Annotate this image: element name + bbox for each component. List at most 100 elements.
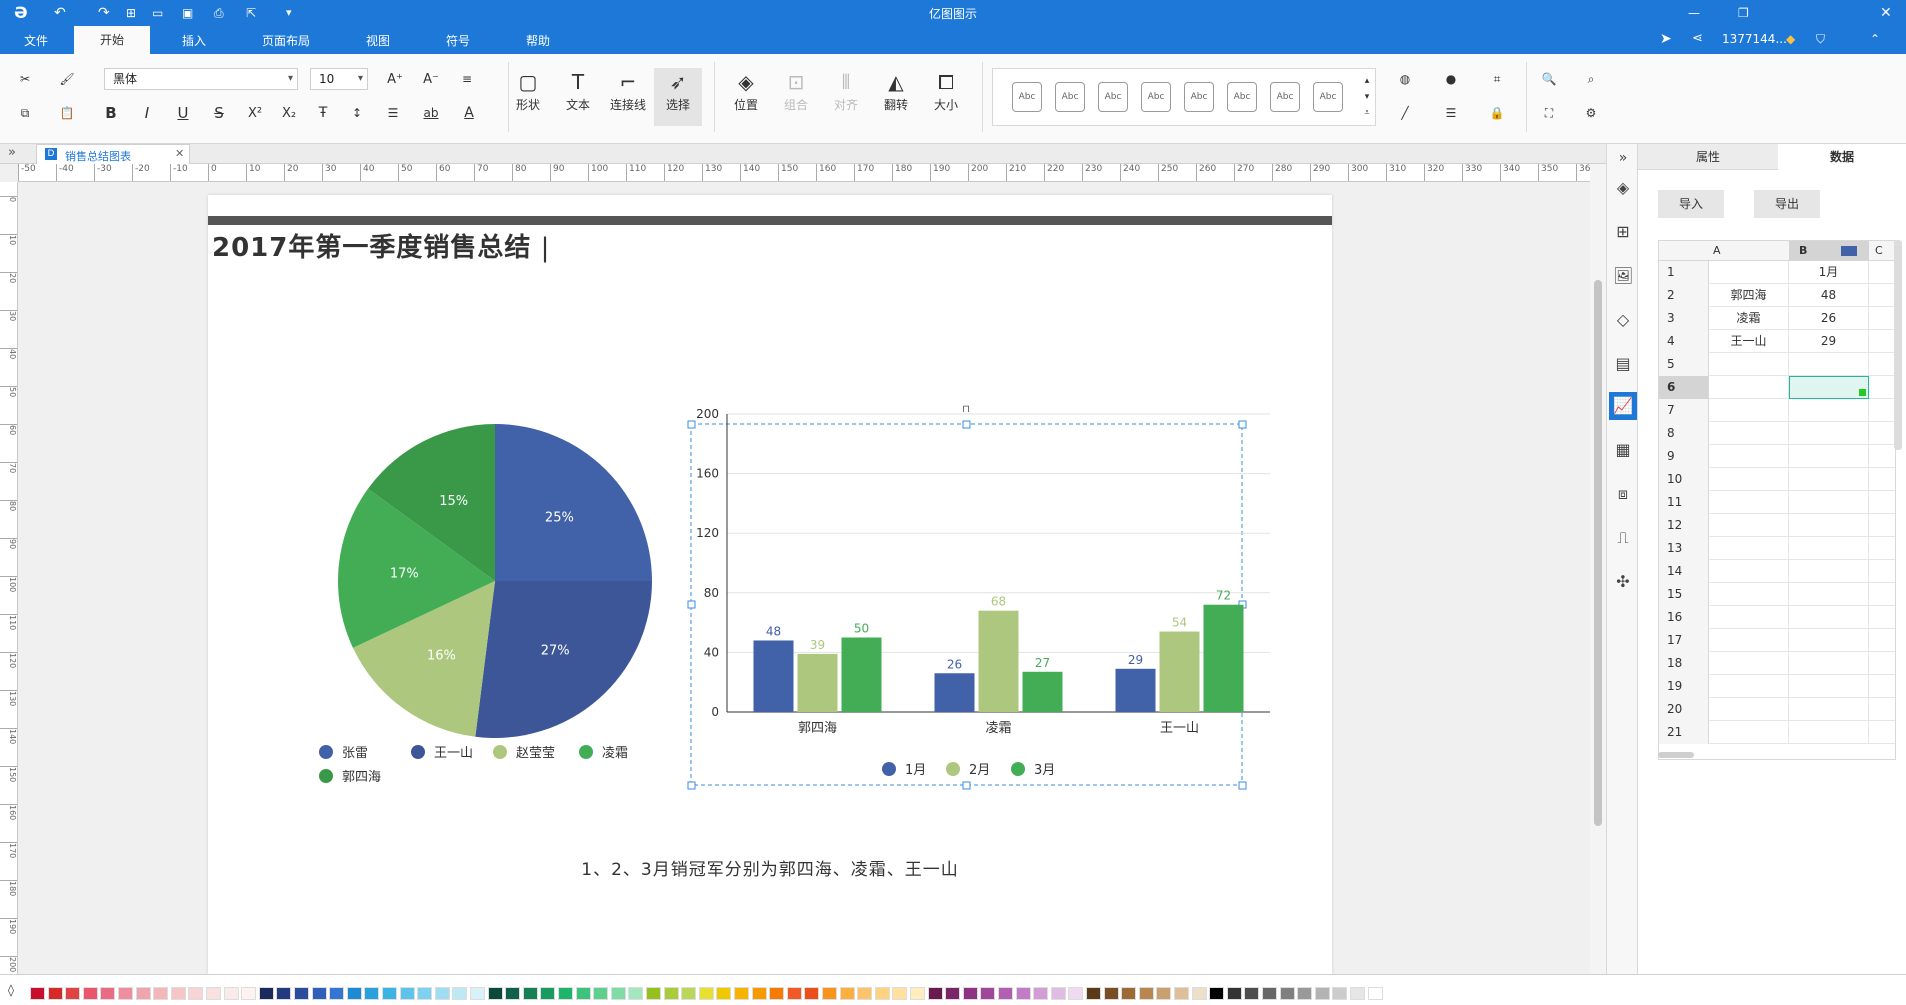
row-number[interactable]: 18	[1659, 652, 1709, 675]
palette-swatch[interactable]	[1367, 987, 1383, 1000]
palette-swatch[interactable]	[1297, 987, 1313, 1000]
decrease-font-icon[interactable]: A⁻	[420, 68, 442, 90]
palette-swatch[interactable]	[769, 987, 785, 1000]
crop-icon[interactable]: ⌗	[1486, 68, 1508, 90]
palette-swatch[interactable]	[434, 987, 450, 1000]
expand-panel-icon[interactable]: »	[8, 145, 16, 160]
palette-swatch[interactable]	[1191, 987, 1207, 1000]
palette-swatch[interactable]	[276, 987, 292, 1000]
palette-swatch[interactable]	[1244, 987, 1260, 1000]
cell-b[interactable]	[1789, 353, 1869, 376]
palette-swatch[interactable]	[540, 987, 556, 1000]
tab-data[interactable]: 数据	[1778, 144, 1906, 170]
image-icon[interactable]: 🖼	[1613, 266, 1633, 286]
size-button[interactable]: ⧠ 大小	[922, 68, 970, 126]
collapse-ribbon-icon[interactable]: ⌃	[1870, 32, 1880, 46]
menu-view[interactable]: 视图	[366, 32, 390, 49]
shirt-icon[interactable]: ⛉	[1816, 32, 1825, 47]
palette-swatch[interactable]	[892, 987, 908, 1000]
selection-handle[interactable]	[687, 781, 696, 790]
row-number[interactable]: 13	[1659, 537, 1709, 560]
find-replace-icon[interactable]: ⌕	[1580, 68, 1602, 90]
palette-swatch[interactable]	[65, 987, 81, 1000]
palette-swatch[interactable]	[804, 987, 820, 1000]
row-number[interactable]: 8	[1659, 422, 1709, 445]
fill-color-icon[interactable]: ◍	[1394, 68, 1416, 90]
cell-b[interactable]	[1789, 399, 1869, 422]
row-number[interactable]: 20	[1659, 698, 1709, 721]
page-icon[interactable]: ▤	[1613, 354, 1633, 374]
row-number[interactable]: 21	[1659, 721, 1709, 744]
palette-swatch[interactable]	[1103, 987, 1119, 1000]
menu-file[interactable]: 文件	[24, 32, 48, 49]
increase-font-icon[interactable]: A⁺	[384, 68, 406, 90]
highlight-icon[interactable]: ab	[420, 102, 442, 124]
palette-swatch[interactable]	[1068, 987, 1084, 1000]
cell-a[interactable]	[1709, 445, 1789, 468]
collapse-panel-icon[interactable]: »	[1613, 148, 1633, 168]
spreadsheet-row[interactable]: 8	[1659, 422, 1895, 445]
series-color-swatch[interactable]	[1841, 246, 1857, 256]
bar[interactable]	[753, 640, 794, 712]
layers-panel-icon[interactable]: ◇	[1613, 310, 1633, 330]
select-tool-button[interactable]: ➶ 选择	[654, 68, 702, 126]
palette-swatch[interactable]	[382, 987, 397, 1000]
palette-swatch[interactable]	[558, 987, 573, 1000]
palette-swatch[interactable]	[663, 987, 679, 1000]
pie-slice[interactable]	[495, 424, 652, 581]
row-number[interactable]: 10	[1659, 468, 1709, 491]
selection-handle[interactable]	[962, 781, 971, 790]
line-style-icon[interactable]: ☰	[1440, 102, 1462, 124]
row-number[interactable]: 14	[1659, 560, 1709, 583]
send-icon[interactable]: ➤	[1660, 31, 1672, 47]
row-number[interactable]: 6	[1659, 376, 1709, 399]
share-icon[interactable]: ⋖	[1692, 31, 1703, 46]
cell-a[interactable]	[1709, 353, 1789, 376]
chart-data-icon[interactable]: 📈	[1609, 392, 1637, 420]
spreadsheet-row[interactable]: 1 1月	[1659, 261, 1895, 284]
shadow-icon[interactable]: ●	[1440, 68, 1462, 90]
cell-a[interactable]: 凌霜	[1709, 307, 1789, 330]
palette-swatch[interactable]	[610, 987, 626, 1000]
selection-handle[interactable]	[687, 420, 696, 429]
row-number[interactable]: 17	[1659, 629, 1709, 652]
cell-b[interactable]	[1789, 675, 1869, 698]
bar[interactable]	[797, 653, 838, 712]
row-number[interactable]: 11	[1659, 491, 1709, 514]
palette-swatch[interactable]	[962, 987, 978, 1000]
spreadsheet-row[interactable]: 19	[1659, 675, 1895, 698]
palette-swatch[interactable]	[118, 987, 133, 1000]
spreadsheet-row[interactable]: 18	[1659, 652, 1895, 675]
spreadsheet-row[interactable]: 15	[1659, 583, 1895, 606]
spreadsheet-row[interactable]: 16	[1659, 606, 1895, 629]
palette-swatch[interactable]	[470, 987, 485, 1000]
palette-swatch[interactable]	[1350, 987, 1365, 1000]
align-text-icon[interactable]: ≡	[456, 68, 478, 90]
underline-icon[interactable]: U	[172, 102, 194, 124]
format-painter-icon[interactable]: 🖌	[56, 68, 78, 90]
spreadsheet-row[interactable]: 4 王一山 29	[1659, 330, 1895, 353]
palette-swatch[interactable]	[30, 987, 45, 1000]
shape-tool-button[interactable]: ▢ 形状	[504, 68, 552, 126]
palette-swatch[interactable]	[206, 987, 221, 1000]
spreadsheet-row[interactable]: 10	[1659, 468, 1895, 491]
cell-a[interactable]	[1709, 629, 1789, 652]
palette-swatch[interactable]	[241, 987, 257, 1000]
copy-icon[interactable]: ⧉	[14, 102, 36, 124]
import-button[interactable]: 导入	[1658, 190, 1724, 218]
spreadsheet-h-scrollbar[interactable]	[1658, 752, 1694, 758]
palette-swatch[interactable]	[1262, 987, 1277, 1000]
palette-swatch[interactable]	[927, 987, 943, 1000]
spreadsheet-row[interactable]: 12	[1659, 514, 1895, 537]
cell-b[interactable]	[1789, 606, 1869, 629]
line-spacing-icon[interactable]: ↕	[346, 102, 368, 124]
user-account[interactable]: 1377144...	[1722, 32, 1787, 46]
cell-a[interactable]	[1709, 675, 1789, 698]
spreadsheet-body[interactable]: 1 1月 2 郭四海 48 3 凌霜 26 4 王一山 29 5 6 7 8 9 10 11 12 13 14 15 16 1…	[1659, 261, 1895, 759]
mind-map-icon[interactable]: ✣	[1613, 572, 1633, 592]
palette-swatch[interactable]	[135, 987, 151, 1000]
vertical-scrollbar[interactable]	[1590, 164, 1606, 974]
cell-a[interactable]	[1709, 721, 1789, 744]
quick-style-6[interactable]: Abc	[1227, 82, 1257, 112]
spreadsheet-row[interactable]: 20	[1659, 698, 1895, 721]
